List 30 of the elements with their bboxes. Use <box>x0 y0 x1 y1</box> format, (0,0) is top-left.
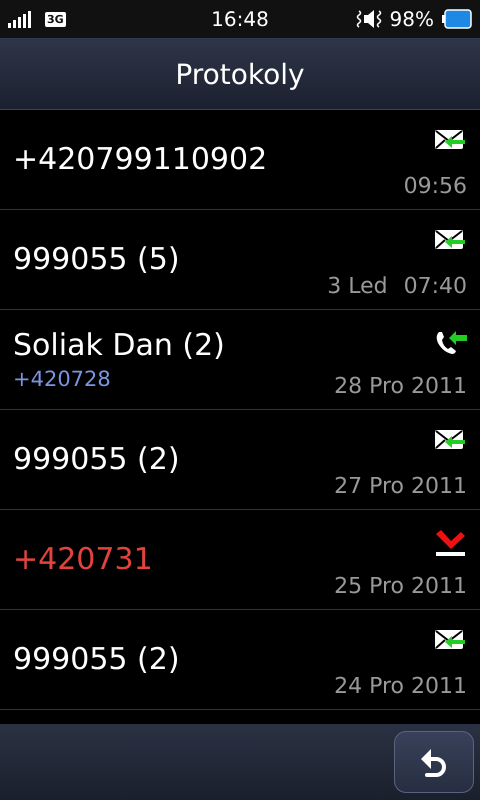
phone-icon <box>435 330 467 356</box>
log-entry[interactable]: +420799110902 09:56 <box>0 110 480 210</box>
time: 07:40 <box>404 274 467 299</box>
date: 27 Pro 2011 <box>334 474 467 499</box>
clock: 16:48 <box>211 7 269 31</box>
screen-title: Protokoly <box>175 58 305 90</box>
contact-name: 999055 (2) <box>13 642 180 677</box>
vibrate-speaker-icon <box>356 9 382 29</box>
missed-call-icon <box>435 530 467 556</box>
network-type: 3G <box>45 12 66 26</box>
contact-name: 999055 (5) <box>13 242 180 277</box>
phone-number: +420728 <box>13 367 112 391</box>
date: 25 Pro 2011 <box>334 574 467 599</box>
battery-level: 98% <box>390 7 434 31</box>
date: 3 Led <box>327 274 388 299</box>
log-entry[interactable]: +420731 25 Pro 2011 <box>0 510 480 610</box>
log-entry[interactable]: Soliak Dan (2) +420728 28 Pro 2011 <box>0 310 480 410</box>
log-entry[interactable]: 999055 (5) 3 Led 07:40 <box>0 210 480 310</box>
contact-name: 999055 (2) <box>13 442 180 477</box>
contact-name: +420799110902 <box>13 142 268 177</box>
signal-icon <box>8 10 31 28</box>
battery-icon <box>442 9 472 29</box>
contact-name: Soliak Dan (2) <box>13 328 225 363</box>
log-entry[interactable]: 999055 (2) 24 Pro 2011 <box>0 610 480 710</box>
time: 09:56 <box>404 174 467 199</box>
back-button[interactable] <box>394 731 474 793</box>
date: 24 Pro 2011 <box>334 674 467 699</box>
date: 28 Pro 2011 <box>334 374 467 399</box>
log-entry[interactable]: 999055 (2) 27 Pro 2011 <box>0 410 480 510</box>
contact-name: +420731 <box>13 542 153 577</box>
